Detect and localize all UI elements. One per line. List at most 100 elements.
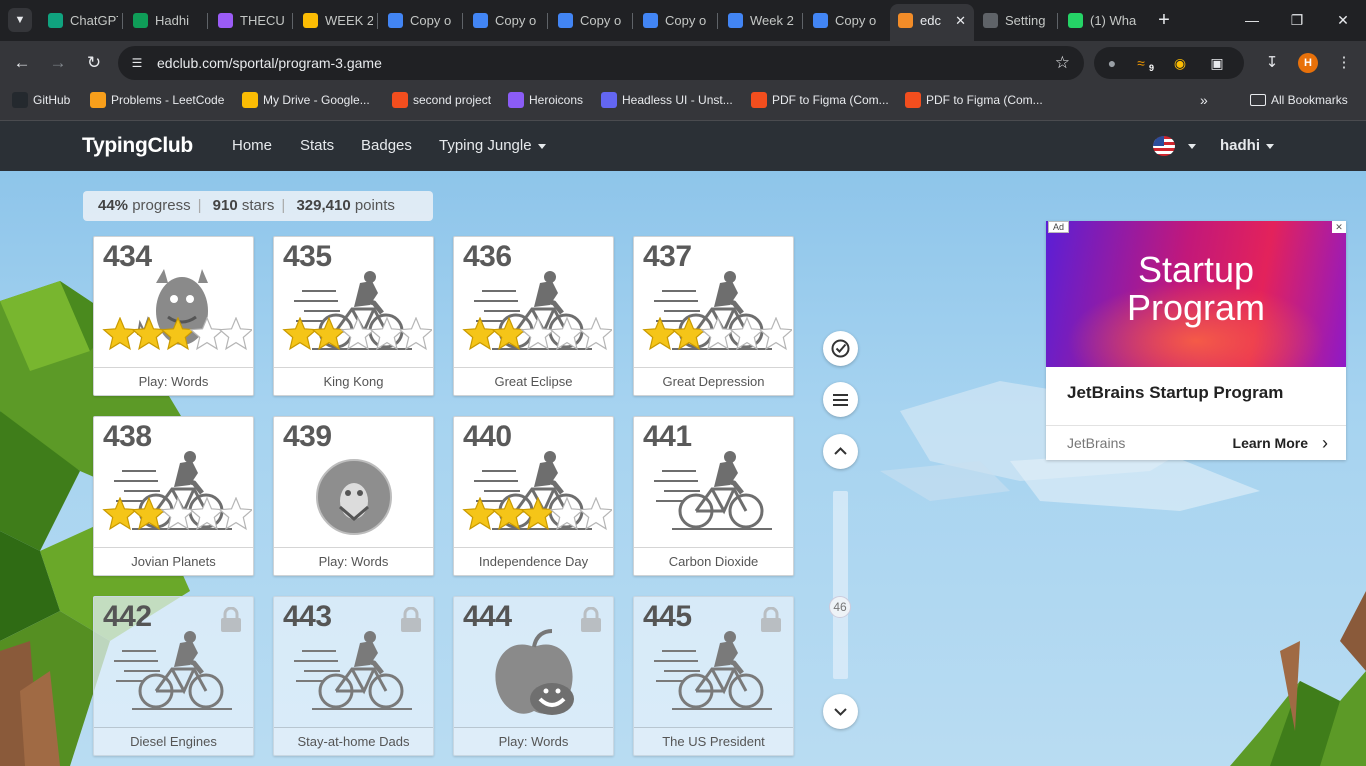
scroll-position-knob[interactable]: 46: [829, 596, 851, 618]
browser-tab[interactable]: Setting: [975, 6, 1055, 35]
ad-heading: Startup Program: [1046, 251, 1346, 327]
scroll-track[interactable]: [833, 491, 848, 679]
bookmark-item[interactable]: Heroicons: [508, 85, 583, 115]
ad-brand: JetBrains: [1067, 435, 1126, 451]
bookmark-label: GitHub: [33, 93, 71, 107]
scroll-up-button[interactable]: [823, 434, 858, 469]
nav-typing-jungle[interactable]: Typing Jungle: [439, 121, 546, 171]
bookmark-item[interactable]: PDF to Figma (Com...: [751, 85, 889, 115]
scroll-down-button[interactable]: [823, 694, 858, 729]
all-bookmarks-button[interactable]: All Bookmarks: [1250, 85, 1348, 115]
star-rating: [462, 317, 612, 351]
extensions-puzzle-icon[interactable]: ▣: [1207, 53, 1227, 73]
bookmark-star-icon[interactable]: ☆: [1055, 46, 1070, 80]
menu-kebab-icon[interactable]: ⋮: [1333, 52, 1355, 74]
lesson-card[interactable]: 434 Play: Words: [93, 236, 254, 396]
ad-tag: Ad: [1048, 221, 1070, 233]
filled-star-icon: [102, 497, 138, 531]
chevron-down-icon: [834, 708, 847, 716]
bookmark-item[interactable]: PDF to Figma (Com...: [905, 85, 1043, 115]
browser-tab[interactable]: Hadhi: [125, 6, 203, 35]
lesson-card[interactable]: 442 Diesel Engines: [93, 596, 254, 756]
address-bar[interactable]: ☰ edclub.com/sportal/program-3.game ☆: [118, 46, 1084, 80]
cyclist-illustration: [294, 631, 412, 710]
bookmark-item[interactable]: My Drive - Google...: [242, 85, 370, 115]
reload-button[interactable]: ↻: [80, 49, 108, 77]
bookmark-label: My Drive - Google...: [263, 93, 370, 107]
ad-learn-more-button[interactable]: Learn More: [1233, 426, 1308, 460]
back-button[interactable]: ←: [8, 49, 36, 77]
bookmark-item[interactable]: GitHub: [12, 85, 70, 115]
filled-star-icon: [311, 317, 347, 351]
bookmark-item[interactable]: Headless UI - Unst...: [601, 85, 733, 115]
ad-banner-image[interactable]: Startup Program Ad ✕: [1046, 221, 1346, 367]
nav-home[interactable]: Home: [232, 121, 272, 171]
download-icon[interactable]: ↧: [1261, 52, 1283, 74]
browser-tab[interactable]: Copy o: [465, 6, 543, 35]
filled-star-icon: [642, 317, 678, 351]
bookmark-item[interactable]: second project: [392, 85, 491, 115]
lock-icon: [401, 607, 421, 632]
advertisement[interactable]: Startup Program Ad ✕ JetBrains Startup Pr…: [1046, 221, 1346, 460]
empty-star-icon: [578, 497, 612, 531]
browser-tab[interactable]: Week 2: [720, 6, 798, 35]
url-text[interactable]: edclub.com/sportal/program-3.game: [157, 46, 382, 80]
bookmark-label: PDF to Figma (Com...: [772, 93, 889, 107]
filled-star-icon: [131, 317, 167, 351]
empty-star-icon: [189, 497, 225, 531]
browser-tab[interactable]: edc ✕: [890, 4, 974, 41]
lesson-card[interactable]: 441 Carbon Dioxide: [633, 416, 794, 576]
lesson-card[interactable]: 439 Play: Words: [273, 416, 434, 576]
browser-tab[interactable]: (1) Wha: [1060, 6, 1140, 35]
lesson-card[interactable]: 443 Stay-at-home Dads: [273, 596, 434, 756]
ad-footer: JetBrains Learn More ›: [1046, 425, 1346, 460]
bookmarks-overflow-icon[interactable]: »: [1200, 85, 1208, 115]
list-view-button[interactable]: [823, 382, 858, 417]
us-flag-icon[interactable]: [1153, 136, 1175, 156]
lesson-card[interactable]: 445 The US President: [633, 596, 794, 756]
tab-label: Copy o: [410, 13, 452, 28]
cyclist-illustration: [114, 631, 232, 710]
lock-extension-icon[interactable]: ◉: [1170, 53, 1190, 73]
lesson-card[interactable]: 435 King Kong: [273, 236, 434, 396]
bookmark-item[interactable]: Problems - LeetCode: [90, 85, 224, 115]
lesson-card[interactable]: 444 Play: Words: [453, 596, 614, 756]
profile-avatar[interactable]: H: [1298, 53, 1318, 73]
language-chevron-down-icon[interactable]: [1188, 144, 1196, 149]
rss-extension-icon[interactable]: ≈: [1131, 53, 1151, 73]
forward-button[interactable]: →: [44, 49, 72, 77]
lesson-card[interactable]: 436 Great Eclipse: [453, 236, 614, 396]
browser-tab[interactable]: ChatGPT: [40, 6, 118, 35]
leetcode-icon: [90, 92, 106, 108]
site-logo[interactable]: TypingClub: [82, 121, 193, 171]
site-info-icon[interactable]: ☰: [128, 54, 146, 72]
browser-tab[interactable]: Copy o: [805, 6, 883, 35]
nav-stats[interactable]: Stats: [300, 121, 334, 171]
ad-close-icon[interactable]: ✕: [1332, 221, 1346, 233]
nav-badges[interactable]: Badges: [361, 121, 412, 171]
star-rating: [102, 317, 252, 351]
lesson-card[interactable]: 438 Jovian Planets: [93, 416, 254, 576]
new-tab-button[interactable]: +: [1152, 8, 1176, 32]
close-tab-icon[interactable]: ✕: [955, 4, 966, 37]
maximize-button[interactable]: ❐: [1274, 6, 1320, 34]
lesson-card[interactable]: 437 Great Depression: [633, 236, 794, 396]
tab-search-button[interactable]: ▼: [8, 8, 32, 32]
browser-tab[interactable]: Copy o: [380, 6, 458, 35]
figma-icon: [392, 92, 408, 108]
lock-icon: [581, 607, 601, 632]
close-window-button[interactable]: ✕: [1320, 6, 1366, 34]
user-menu[interactable]: hadhi: [1220, 121, 1274, 171]
browser-tab[interactable]: Copy o: [550, 6, 628, 35]
lock-icon: [221, 607, 241, 632]
browser-tab[interactable]: THECU: [210, 6, 288, 35]
browser-tab[interactable]: Copy o: [635, 6, 713, 35]
mouse-extension-icon[interactable]: ●: [1102, 53, 1122, 73]
lesson-card[interactable]: 440 Independence Day: [453, 416, 614, 576]
completed-filter-button[interactable]: [823, 331, 858, 366]
minimize-button[interactable]: —: [1229, 6, 1275, 34]
browser-tab[interactable]: WEEK 2: [295, 6, 373, 35]
ad-title[interactable]: JetBrains Startup Program: [1067, 383, 1283, 403]
tab-separator: [292, 13, 293, 29]
empty-star-icon: [549, 497, 585, 531]
